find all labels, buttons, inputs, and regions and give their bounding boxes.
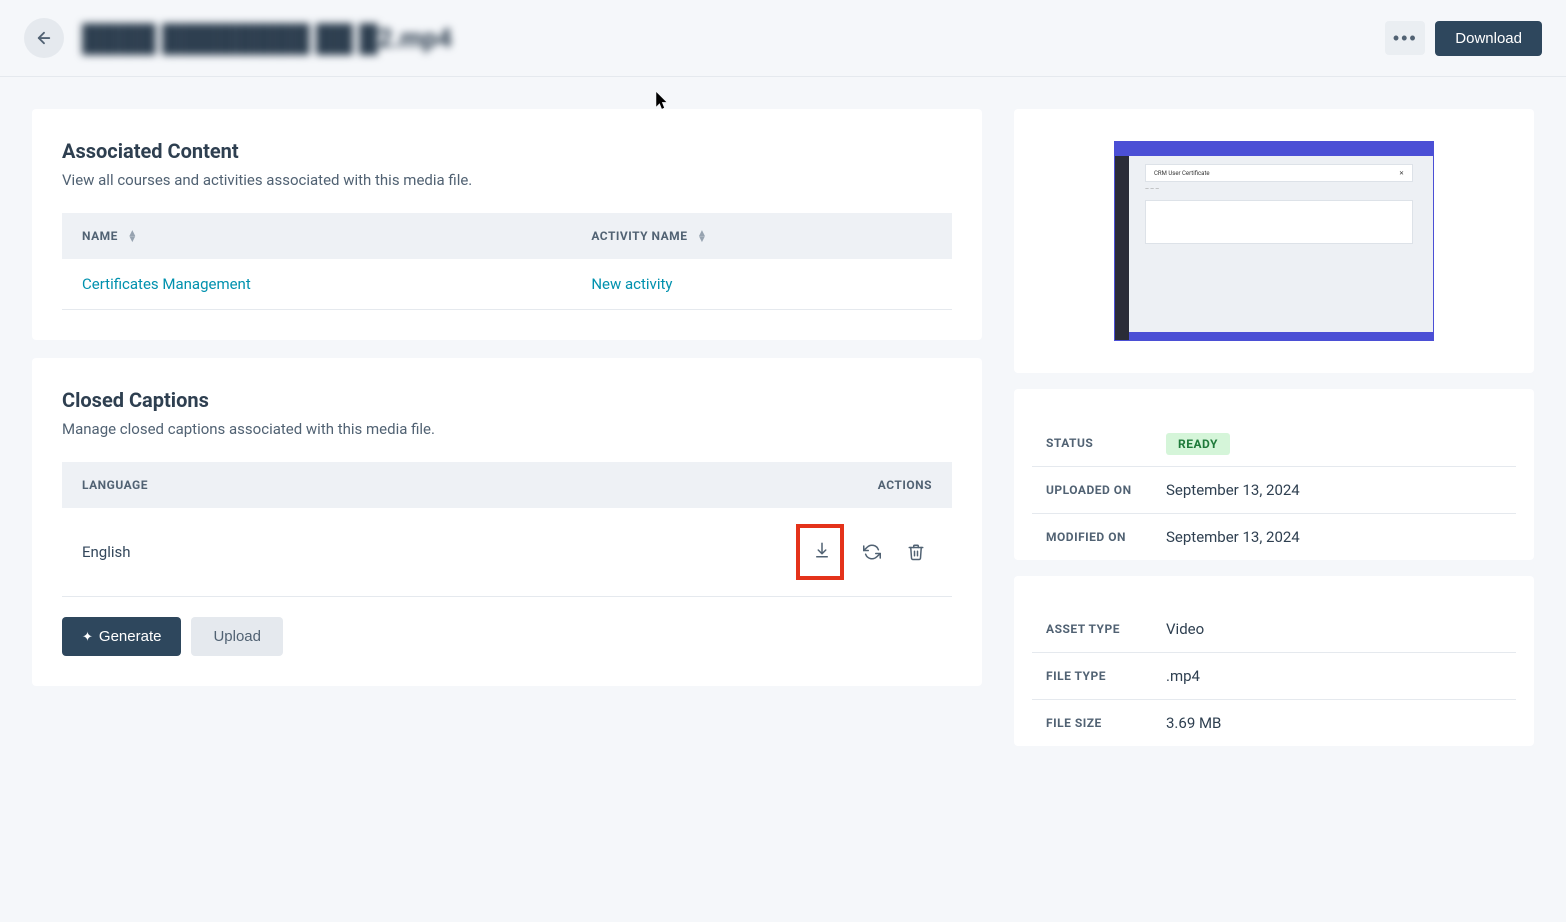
regenerate-caption-button[interactable] [856, 536, 888, 568]
modified-row: MODIFIED ON September 13, 2024 [1032, 514, 1516, 560]
associated-content-subtitle: View all courses and activities associat… [62, 171, 952, 189]
col-actions-header: ACTIONS [397, 462, 953, 508]
closed-captions-title: Closed Captions [62, 388, 952, 412]
file-type-label: FILE TYPE [1046, 669, 1166, 683]
back-button[interactable] [24, 18, 64, 58]
course-name-link[interactable]: Certificates Management [62, 259, 571, 310]
col-language-header: LANGUAGE [62, 462, 397, 508]
activity-name-link[interactable]: New activity [571, 259, 952, 310]
asset-type-value: Video [1166, 620, 1204, 638]
trash-icon [907, 543, 925, 561]
thumb-body [1145, 200, 1413, 244]
file-type-row: FILE TYPE .mp4 [1032, 653, 1516, 700]
table-row: Certificates Management New activity [62, 259, 952, 310]
status-row: STATUS READY [1032, 419, 1516, 467]
sort-icon: ▲▼ [697, 231, 707, 243]
file-type-value: .mp4 [1166, 667, 1200, 685]
upload-button[interactable]: Upload [191, 617, 283, 656]
thumb-close-icon: ✕ [1399, 170, 1404, 177]
download-caption-button[interactable] [806, 534, 838, 566]
header-bar: ████ ████████ ██ █2.mp4 ••• Download [0, 0, 1566, 77]
col-language-label: LANGUAGE [82, 478, 148, 492]
status-badge: READY [1166, 433, 1230, 455]
sparkle-icon: ✦ [82, 629, 93, 645]
uploaded-row: UPLOADED ON September 13, 2024 [1032, 467, 1516, 514]
refresh-icon [863, 543, 881, 561]
page-title: ████ ████████ ██ █2.mp4 [82, 23, 1385, 54]
modified-value: September 13, 2024 [1166, 528, 1300, 546]
generate-label: Generate [99, 628, 162, 645]
closed-captions-card: Closed Captions Manage closed captions a… [32, 358, 982, 686]
download-icon [813, 541, 831, 559]
captions-table: LANGUAGE ACTIONS English [62, 462, 952, 597]
file-size-row: FILE SIZE 3.69 MB [1032, 700, 1516, 746]
uploaded-value: September 13, 2024 [1166, 481, 1300, 499]
thumb-title: CRM User Certificate [1154, 170, 1210, 177]
thumb-sidebar [1115, 156, 1129, 340]
col-activity-header[interactable]: ACTIVITY NAME ▲▼ [571, 213, 952, 259]
file-size-value: 3.69 MB [1166, 714, 1221, 732]
col-actions-label: ACTIONS [878, 478, 932, 492]
ellipsis-icon: ••• [1393, 28, 1418, 49]
header-actions: ••• Download [1385, 21, 1542, 56]
modified-label: MODIFIED ON [1046, 530, 1166, 544]
thumb-content: CRM User Certificate ✕ [1145, 164, 1413, 182]
table-row: English [62, 508, 952, 597]
associated-content-table: NAME ▲▼ ACTIVITY NAME ▲▼ Certificates Ma… [62, 213, 952, 310]
metadata-dates-card: STATUS READY UPLOADED ON September 13, 2… [1014, 389, 1534, 560]
uploaded-label: UPLOADED ON [1046, 483, 1166, 497]
associated-content-card: Associated Content View all courses and … [32, 109, 982, 340]
col-name-header[interactable]: NAME ▲▼ [62, 213, 571, 259]
thumb-bottombar [1129, 332, 1433, 340]
caption-language: English [62, 508, 397, 597]
col-activity-label: ACTIVITY NAME [591, 229, 687, 243]
arrow-left-icon [35, 29, 53, 47]
more-actions-button[interactable]: ••• [1385, 21, 1425, 55]
download-caption-highlight [796, 524, 844, 580]
video-thumbnail[interactable]: CRM User Certificate ✕ — — — [1114, 141, 1434, 341]
asset-type-label: ASSET TYPE [1046, 622, 1166, 636]
download-button[interactable]: Download [1435, 21, 1542, 56]
delete-caption-button[interactable] [900, 536, 932, 568]
associated-content-title: Associated Content [62, 139, 952, 163]
generate-button[interactable]: ✦ Generate [62, 617, 181, 656]
metadata-file-card: ASSET TYPE Video FILE TYPE .mp4 FILE SIZ… [1014, 576, 1534, 746]
sort-icon: ▲▼ [127, 231, 137, 243]
thumbnail-card: CRM User Certificate ✕ — — — [1014, 109, 1534, 373]
file-size-label: FILE SIZE [1046, 716, 1166, 730]
asset-type-row: ASSET TYPE Video [1032, 606, 1516, 653]
thumb-small: — — — [1145, 186, 1225, 194]
col-name-label: NAME [82, 229, 118, 243]
thumb-topbar [1115, 142, 1433, 156]
status-label: STATUS [1046, 436, 1166, 450]
closed-captions-subtitle: Manage closed captions associated with t… [62, 420, 952, 438]
